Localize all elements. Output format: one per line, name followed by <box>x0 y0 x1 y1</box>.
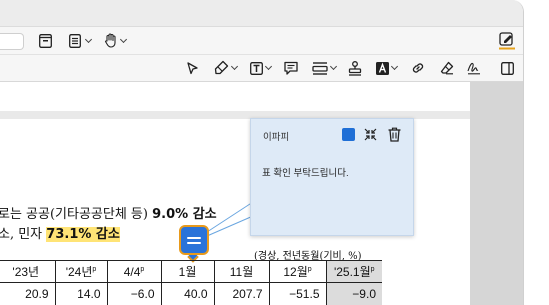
table-header-cell: 4/4p <box>107 260 162 283</box>
document-line: 로는 공공(기타공공단체 등) 9.0% 감소 <box>0 203 217 222</box>
table-cell: −9.0 <box>326 282 382 305</box>
table-cell: 14.0 <box>55 282 108 305</box>
sidebar-panel-icon[interactable] <box>38 33 52 48</box>
table-header-cell: '24년p <box>55 260 108 283</box>
table-header-cell: 12월p <box>269 260 327 283</box>
data-table: '23년 '24년p 4/4p 1월 11월 12월p '25.1월p 20.9… <box>0 260 382 305</box>
panel-toggle-icon[interactable] <box>500 61 514 75</box>
title-bar <box>0 0 523 27</box>
document-line: 소, 민자 73.1% 감소 <box>0 223 120 242</box>
edit-pencil-icon[interactable] <box>498 31 516 50</box>
note-popup: 이파피 표 확인 부탁드립니다. <box>250 118 414 236</box>
popup-author: 이파피 <box>263 132 290 143</box>
table-cell: 40.0 <box>161 282 215 305</box>
hand-tool-icon[interactable] <box>103 32 118 48</box>
table-header-cell: 11월 <box>214 260 270 283</box>
note-text[interactable]: 표 확인 부탁드립니다. <box>262 165 349 179</box>
signature-icon[interactable] <box>466 60 481 75</box>
table-cell: −51.5 <box>269 282 327 305</box>
table-row: 20.9 14.0 −6.0 40.0 207.7 −51.5 −9.0 <box>0 282 382 305</box>
document-text: 로는 공공(기타공공단체 등) <box>0 207 148 222</box>
text-box-icon[interactable] <box>249 61 263 75</box>
color-swatch[interactable] <box>342 128 355 141</box>
document-text: 소, 민자 <box>0 227 43 242</box>
note-annotation-marker[interactable] <box>179 225 209 255</box>
table-header-row: '23년 '24년p 4/4p 1월 11월 12월p '25.1월p <box>0 260 382 283</box>
table-cell: 20.9 <box>0 282 56 305</box>
trash-icon[interactable] <box>387 126 402 142</box>
zoom-select[interactable] <box>0 33 24 50</box>
table-cell: −6.0 <box>107 282 162 305</box>
comment-icon[interactable] <box>283 60 298 75</box>
highlighter-icon[interactable] <box>214 60 229 75</box>
table-header-cell: '23년 <box>0 260 56 283</box>
text-color-icon[interactable] <box>375 61 389 75</box>
table-header-cell: '25.1월p <box>326 260 382 283</box>
link-icon[interactable] <box>410 60 425 75</box>
list-view-icon[interactable] <box>68 33 82 48</box>
page-margin <box>470 82 523 305</box>
highlighted-value[interactable]: 73.1% 감소 <box>46 227 120 242</box>
pointer-icon[interactable] <box>186 61 199 75</box>
stamp-icon[interactable] <box>347 60 362 76</box>
eraser-icon[interactable] <box>439 60 454 75</box>
popup-connector <box>206 201 254 237</box>
field-icon[interactable] <box>312 60 328 76</box>
table-header-cell: 1월 <box>161 260 215 283</box>
collapse-icon[interactable] <box>363 127 378 142</box>
table-cell: 207.7 <box>214 282 270 305</box>
app-window: 로는 공공(기타공공단체 등) 9.0% 감소 소, 민자 73.1% 감소 (… <box>0 0 524 305</box>
